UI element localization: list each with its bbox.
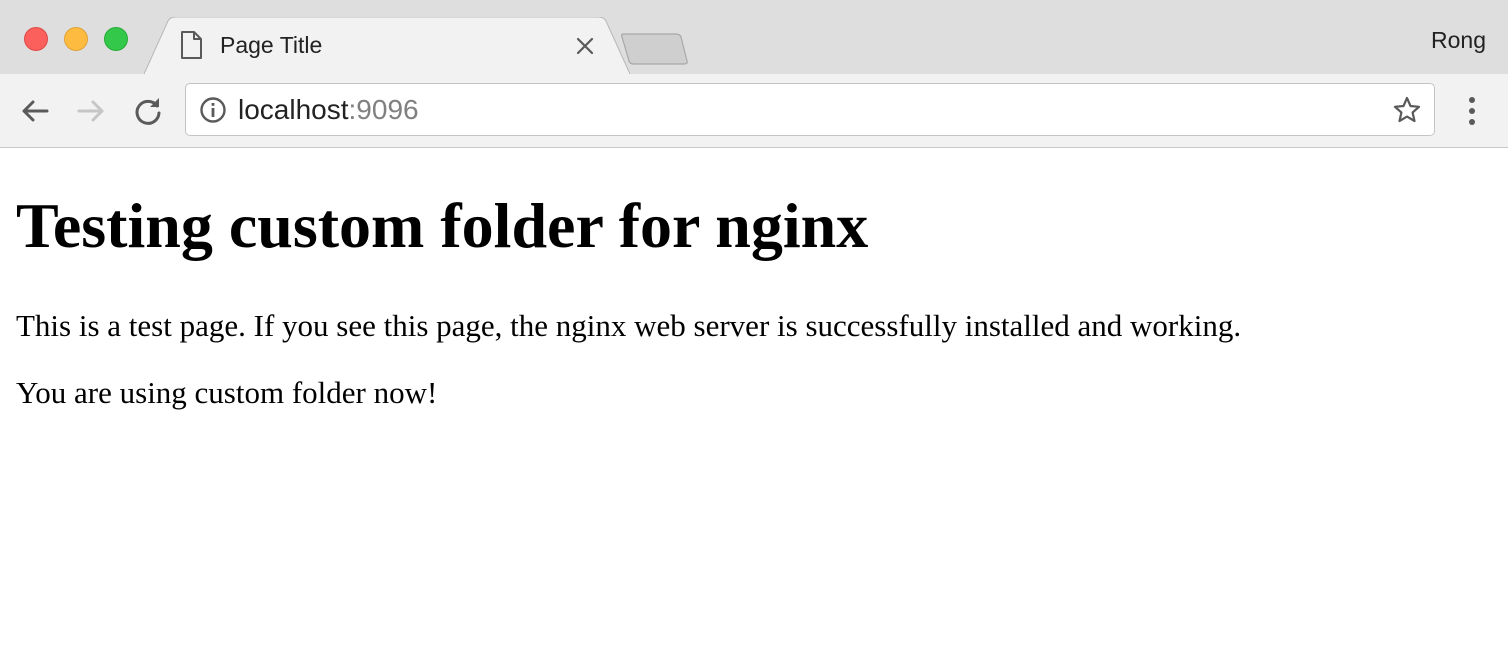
paragraph-custom-folder: You are using custom folder now! [16,375,438,410]
back-arrow-icon[interactable] [18,94,52,128]
window-titlebar: Page Title Rong [0,0,1508,75]
profile-name[interactable]: Rong [1431,26,1486,54]
page-heading: Testing custom folder for nginx [16,190,869,261]
star-icon[interactable] [1392,95,1422,125]
forward-arrow-icon[interactable] [74,94,108,128]
tab-background [144,17,630,75]
window-maximize-button[interactable] [104,27,128,51]
window-close-button[interactable] [24,27,48,51]
browser-toolbar: localhost:9096 [0,74,1508,148]
url-text[interactable]: localhost:9096 [238,95,419,125]
new-tab-button[interactable] [620,32,690,66]
kebab-menu-icon[interactable] [1458,94,1486,128]
url-host: localhost [238,94,349,125]
page-icon [180,31,202,59]
paragraph-test-page: This is a test page. If you see this pag… [16,308,1242,343]
window-minimize-button[interactable] [64,27,88,51]
address-bar[interactable]: localhost:9096 [185,83,1435,136]
page-content: Testing custom folder for nginx This is … [0,148,1508,656]
tab-page-title[interactable]: Page Title [144,17,630,75]
close-tab-icon[interactable] [574,35,596,57]
info-icon[interactable] [199,96,227,124]
tab-title: Page Title [220,32,323,58]
url-port: :9096 [348,94,419,125]
reload-icon[interactable] [131,94,165,128]
